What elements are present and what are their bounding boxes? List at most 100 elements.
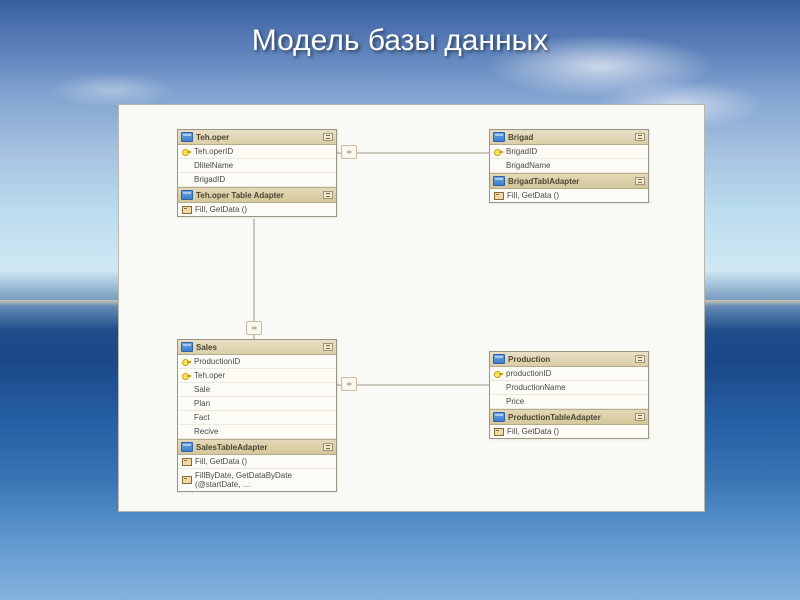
field-name: BrigadName [506,161,550,170]
field-row[interactable]: Teh.operID [178,145,336,159]
field-icon [494,383,503,392]
primary-key-icon [494,369,503,378]
field-icon [182,413,191,422]
collapse-icon[interactable] [635,355,645,363]
field-name: Plan [194,399,210,408]
table-icon [181,342,193,352]
primary-key-icon [182,357,191,366]
primary-key-icon [182,147,191,156]
entity-title: Brigad [508,133,533,142]
field-name: ProductionID [194,357,240,366]
field-row[interactable]: Teh.oper [178,369,336,383]
primary-key-icon [494,147,503,156]
collapse-icon[interactable] [323,343,333,351]
table-icon [493,132,505,142]
adapter-icon [181,190,193,200]
adapter-icon [181,442,193,452]
relationship-icon [341,145,357,159]
collapse-icon[interactable] [635,133,645,141]
adapter-method-row[interactable]: Fill, GetData () [490,425,648,438]
field-row[interactable]: Sale [178,383,336,397]
field-name: BrigadID [194,175,225,184]
entity-sales[interactable]: Sales ProductionID Teh.oper Sale Plan Fact Rec… [177,339,337,492]
collapse-icon[interactable] [323,133,333,141]
entity-brigad[interactable]: Brigad BrigadID BrigadName BrigadTablAdapte… [489,129,649,203]
field-row[interactable]: Price [490,395,648,409]
field-row[interactable]: Recive [178,425,336,439]
entity-production[interactable]: Production productionID ProductionName Pric… [489,351,649,439]
table-adapter: Teh.oper Table Adapter Fill, GetData () [178,187,336,216]
adapter-header[interactable]: BrigadTablAdapter [490,174,648,189]
table-adapter: ProductionTableAdapter Fill, GetData () [490,409,648,438]
entity-header[interactable]: Teh.oper [178,130,336,145]
field-row[interactable]: BrigadID [178,173,336,187]
adapter-method-row[interactable]: Fill, GetData () [178,203,336,216]
entity-title: Production [508,355,550,364]
entity-title: Teh.oper [196,133,229,142]
relationship-icon [246,321,262,335]
collapse-icon[interactable] [635,413,645,421]
adapter-icon [493,176,505,186]
slide-title: Модель базы данных [0,24,800,58]
adapter-method-row[interactable]: FillByDate, GetDataByDate (@startDate, … [178,469,336,491]
method-text: FillByDate, GetDataByDate (@startDate, … [195,471,332,489]
entity-header[interactable]: Brigad [490,130,648,145]
adapter-title: BrigadTablAdapter [508,177,579,186]
field-name: BrigadID [506,147,537,156]
method-icon [494,192,504,200]
adapter-title: Teh.oper Table Adapter [196,191,284,200]
field-name: ProductionName [506,383,566,392]
collapse-icon[interactable] [323,191,333,199]
table-icon [181,132,193,142]
method-icon [494,428,504,436]
field-name: Recive [194,427,218,436]
field-row[interactable]: ProductionID [178,355,336,369]
field-name: Sale [194,385,210,394]
adapter-method-row[interactable]: Fill, GetData () [490,189,648,202]
field-icon [182,385,191,394]
field-name: Teh.operID [194,147,233,156]
method-icon [182,476,192,484]
field-icon [494,397,503,406]
entity-tehoper[interactable]: Teh.oper Teh.operID DlitelName BrigadID Teh.… [177,129,337,217]
adapter-icon [493,412,505,422]
field-row[interactable]: BrigadID [490,145,648,159]
method-text: Fill, GetData () [507,191,559,200]
method-text: Fill, GetData () [195,457,247,466]
adapter-method-row[interactable]: Fill, GetData () [178,455,336,469]
field-name: Fact [194,413,210,422]
field-name: DlitelName [194,161,233,170]
method-icon [182,206,192,214]
method-text: Fill, GetData () [195,205,247,214]
field-name: Price [506,397,524,406]
diagram-canvas: Teh.oper Teh.operID DlitelName BrigadID Teh.… [118,104,705,512]
field-icon [182,399,191,408]
table-icon [493,354,505,364]
field-row[interactable]: BrigadName [490,159,648,173]
field-name: productionID [506,369,551,378]
field-icon [182,161,191,170]
entity-header[interactable]: Production [490,352,648,367]
entity-header[interactable]: Sales [178,340,336,355]
collapse-icon[interactable] [323,443,333,451]
field-row[interactable]: ProductionName [490,381,648,395]
field-row[interactable]: productionID [490,367,648,381]
method-icon [182,458,192,466]
field-icon [494,161,503,170]
relationship-icon [341,377,357,391]
field-name: Teh.oper [194,371,225,380]
adapter-title: SalesTableAdapter [196,443,267,452]
field-icon [182,175,191,184]
adapter-title: ProductionTableAdapter [508,413,601,422]
adapter-header[interactable]: SalesTableAdapter [178,440,336,455]
field-row[interactable]: Plan [178,397,336,411]
field-row[interactable]: DlitelName [178,159,336,173]
table-adapter: BrigadTablAdapter Fill, GetData () [490,173,648,202]
table-adapter: SalesTableAdapter Fill, GetData () FillByD… [178,439,336,491]
field-row[interactable]: Fact [178,411,336,425]
entity-title: Sales [196,343,217,352]
adapter-header[interactable]: Teh.oper Table Adapter [178,188,336,203]
adapter-header[interactable]: ProductionTableAdapter [490,410,648,425]
method-text: Fill, GetData () [507,427,559,436]
collapse-icon[interactable] [635,177,645,185]
